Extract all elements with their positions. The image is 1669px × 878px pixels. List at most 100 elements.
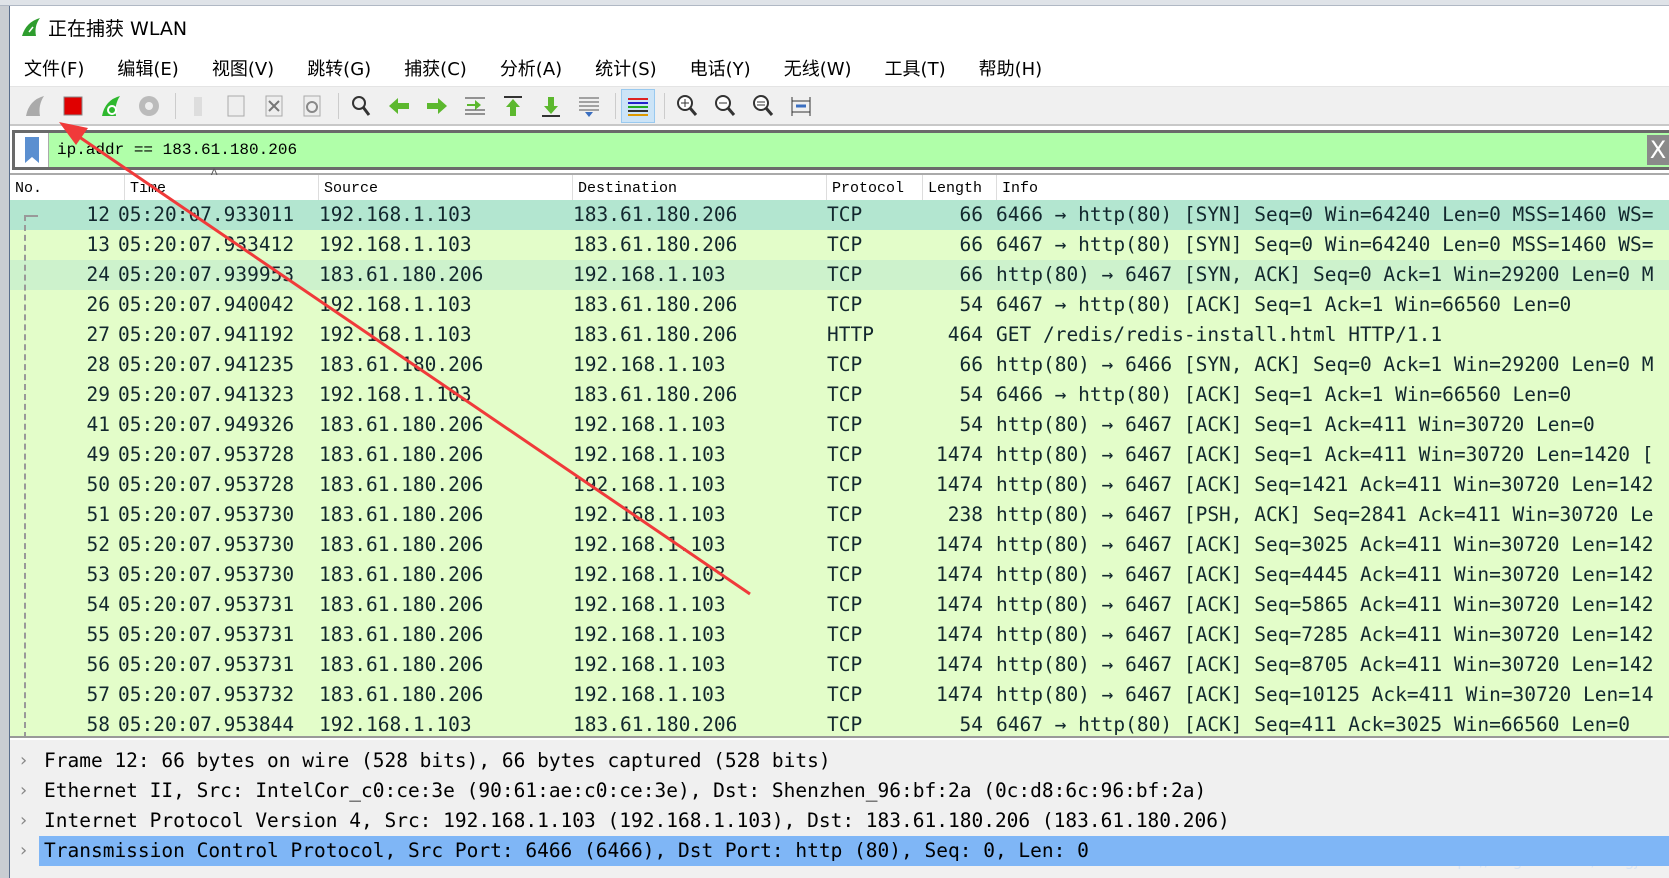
packet-src: 183.61.180.206 xyxy=(319,473,484,496)
packet-dst: 192.168.1.103 xyxy=(573,443,726,466)
expand-chevron-icon[interactable]: › xyxy=(18,776,29,806)
packet-src: 192.168.1.103 xyxy=(319,713,472,736)
packet-row[interactable]: 56 05:20:07.953731 183.61.180.206 192.168.1… xyxy=(10,650,1669,680)
stop-capture-icon[interactable] xyxy=(56,89,90,123)
zoom-in-icon[interactable] xyxy=(670,89,704,123)
packet-src: 183.61.180.206 xyxy=(319,683,484,706)
go-back-icon[interactable] xyxy=(382,89,416,123)
packet-info: 6466 → http(80) [SYN] Seq=0 Win=64240 Le… xyxy=(996,203,1654,226)
menu-item[interactable]: 文件(F) xyxy=(24,55,84,81)
menu-item[interactable]: 统计(S) xyxy=(595,55,656,81)
expand-chevron-icon[interactable]: › xyxy=(18,806,29,836)
close-file-icon[interactable] xyxy=(257,89,291,123)
find-packet-icon[interactable] xyxy=(344,89,378,123)
packet-dst: 192.168.1.103 xyxy=(573,683,726,706)
packet-info: http(80) → 6467 [ACK] Seq=1 Ack=411 Win=… xyxy=(996,443,1654,466)
packet-row[interactable]: 51 05:20:07.953730 183.61.180.206 192.168.1… xyxy=(10,500,1669,530)
packet-len: 1474 xyxy=(936,623,983,646)
packet-row[interactable]: 13 05:20:07.933412 192.168.1.103 183.61.180… xyxy=(10,230,1669,260)
capture-options-icon[interactable] xyxy=(132,89,166,123)
packet-len: 54 xyxy=(959,713,983,736)
packet-src: 192.168.1.103 xyxy=(319,293,472,316)
last-packet-icon[interactable] xyxy=(534,89,568,123)
packet-list-header: No. Time ^ Source Destination Protocol L… xyxy=(10,167,1669,202)
packet-row[interactable]: 29 05:20:07.941323 192.168.1.103 183.61.180… xyxy=(10,380,1669,410)
packet-info: http(80) → 6467 [ACK] Seq=10125 Ack=411 … xyxy=(996,683,1654,706)
detail-tree-item[interactable]: › Internet Protocol Version 4, Src: 192.1… xyxy=(10,806,1669,836)
packet-row[interactable]: 12 05:20:07.933011 192.168.1.103 183.61.180… xyxy=(10,200,1669,230)
packet-len: 1474 xyxy=(936,443,983,466)
packet-info: http(80) → 6466 [SYN, ACK] Seq=0 Ack=1 W… xyxy=(996,353,1654,376)
menu-item[interactable]: 无线(W) xyxy=(784,55,852,81)
packet-details: https://blog.csdn.net/dengjili ›Frame 12… xyxy=(10,740,1669,878)
packet-proto: TCP xyxy=(827,533,863,556)
column-time[interactable]: Time xyxy=(125,175,319,202)
start-capture-icon[interactable] xyxy=(18,89,52,123)
packet-dst: 192.168.1.103 xyxy=(573,653,726,676)
colorize-icon[interactable] xyxy=(621,88,655,123)
bookmark-icon[interactable] xyxy=(15,133,49,167)
go-to-packet-icon[interactable] xyxy=(458,89,492,123)
auto-scroll-icon[interactable] xyxy=(572,89,606,123)
packet-proto: TCP xyxy=(827,503,863,526)
open-file-icon[interactable] xyxy=(181,89,215,123)
packet-row[interactable]: 49 05:20:07.953728 183.61.180.206 192.168.1… xyxy=(10,440,1669,470)
column-protocol[interactable]: Protocol xyxy=(827,175,923,202)
menu-item[interactable]: 跳转(G) xyxy=(307,55,371,81)
packet-row[interactable]: 52 05:20:07.953730 183.61.180.206 192.168.1… xyxy=(10,530,1669,560)
packet-row[interactable]: 26 05:20:07.940042 192.168.1.103 183.61.180… xyxy=(10,290,1669,320)
menu-item[interactable]: 工具(T) xyxy=(885,55,946,81)
packet-src: 183.61.180.206 xyxy=(319,443,484,466)
filter-input[interactable]: ip.addr == 183.61.180.206 xyxy=(49,141,297,159)
menu-item[interactable]: 分析(A) xyxy=(500,55,562,81)
packet-info: http(80) → 6467 [ACK] Seq=1 Ack=411 Win=… xyxy=(996,413,1595,436)
packet-row[interactable]: 41 05:20:07.949326 183.61.180.206 192.168.1… xyxy=(10,410,1669,440)
go-forward-icon[interactable] xyxy=(420,89,454,123)
menu-item[interactable]: 帮助(H) xyxy=(979,55,1043,81)
packet-row[interactable]: 57 05:20:07.953732 183.61.180.206 192.168.1… xyxy=(10,680,1669,710)
packet-row[interactable]: 28 05:20:07.941235 183.61.180.206 192.168.1… xyxy=(10,350,1669,380)
save-file-icon[interactable] xyxy=(219,89,253,123)
restart-capture-icon[interactable] xyxy=(94,89,128,123)
packet-row[interactable]: 55 05:20:07.953731 183.61.180.206 192.168.1… xyxy=(10,620,1669,650)
expand-chevron-icon[interactable]: › xyxy=(18,836,29,866)
normal-size-icon[interactable] xyxy=(746,89,780,123)
wireshark-logo-icon xyxy=(22,18,40,36)
packet-dst: 192.168.1.103 xyxy=(573,473,726,496)
packet-dst: 183.61.180.206 xyxy=(573,293,738,316)
menu-item[interactable]: 视图(V) xyxy=(212,55,274,81)
detail-tree-item[interactable]: › Transmission Control Protocol, Src Port… xyxy=(10,836,1669,866)
display-filter-bar[interactable]: ip.addr == 183.61.180.206 X xyxy=(12,130,1669,170)
detail-tree-item[interactable]: › Frame 12: 66 bytes on wire (528 bits), … xyxy=(10,746,1669,776)
packet-row[interactable]: 50 05:20:07.953728 183.61.180.206 192.168.1… xyxy=(10,470,1669,500)
column-length[interactable]: Length xyxy=(923,175,997,202)
packet-src: 183.61.180.206 xyxy=(319,593,484,616)
packet-row[interactable]: 24 05:20:07.939953 183.61.180.206 192.168.1… xyxy=(10,260,1669,290)
expand-chevron-icon[interactable]: › xyxy=(18,746,29,776)
column-destination[interactable]: Destination xyxy=(573,175,827,202)
packet-row[interactable]: 53 05:20:07.953730 183.61.180.206 192.168.1… xyxy=(10,560,1669,590)
packet-row[interactable]: 58 05:20:07.953844 192.168.1.103 183.61.180… xyxy=(10,710,1669,736)
packet-src: 192.168.1.103 xyxy=(319,323,472,346)
packet-proto: TCP xyxy=(827,263,863,286)
packet-time: 05:20:07.953844 xyxy=(118,713,295,736)
menu-item[interactable]: 电话(Y) xyxy=(690,55,751,81)
reload-file-icon[interactable] xyxy=(295,89,329,123)
packet-row[interactable]: 54 05:20:07.953731 183.61.180.206 192.168.1… xyxy=(10,590,1669,620)
packet-time: 05:20:07.941235 xyxy=(118,353,295,376)
packet-row[interactable]: 27 05:20:07.941192 192.168.1.103 183.61.180… xyxy=(10,320,1669,350)
packet-info: http(80) → 6467 [ACK] Seq=7285 Ack=411 W… xyxy=(996,623,1654,646)
zoom-out-icon[interactable] xyxy=(708,89,742,123)
column-source[interactable]: Source xyxy=(319,175,573,202)
menu-item[interactable]: 捕获(C) xyxy=(404,55,467,81)
resize-columns-icon[interactable] xyxy=(784,89,818,123)
packet-dst: 192.168.1.103 xyxy=(573,533,726,556)
menu-item[interactable]: 编辑(E) xyxy=(117,55,178,81)
packet-time: 05:20:07.953728 xyxy=(118,473,295,496)
detail-tree-item[interactable]: › Ethernet II, Src: IntelCor_c0:ce:3e (90… xyxy=(10,776,1669,806)
packet-info: http(80) → 6467 [ACK] Seq=8705 Ack=411 W… xyxy=(996,653,1654,676)
clear-filter-button[interactable]: X xyxy=(1647,135,1669,165)
column-no[interactable]: No. xyxy=(10,175,125,202)
first-packet-icon[interactable] xyxy=(496,89,530,123)
column-info[interactable]: Info xyxy=(997,175,1669,202)
